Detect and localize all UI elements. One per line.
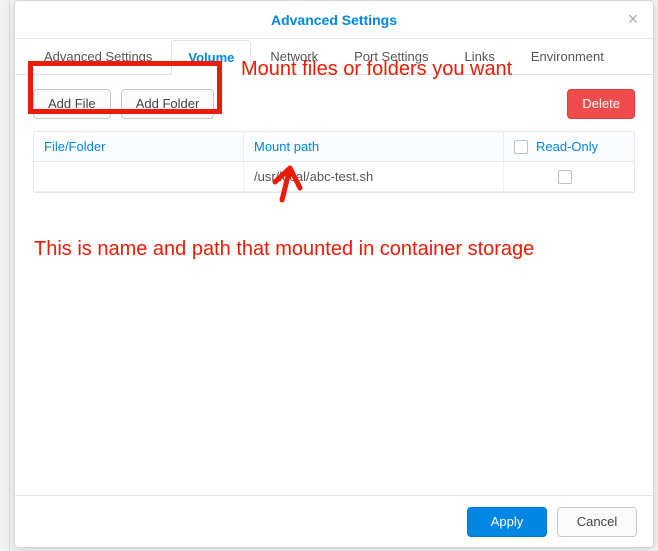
close-icon[interactable]: × xyxy=(623,9,643,29)
table-row[interactable]: /usr/local/abc-test.sh xyxy=(34,162,634,192)
add-file-button[interactable]: Add File xyxy=(33,89,111,119)
readonly-header-label: Read-Only xyxy=(536,139,598,154)
cell-mount[interactable]: /usr/local/abc-test.sh xyxy=(244,162,504,191)
dialog-header: Advanced Settings × xyxy=(15,1,653,39)
dialog-title: Advanced Settings xyxy=(271,12,397,28)
tab-bar: Advanced Settings Volume Network Port Se… xyxy=(15,39,653,75)
cancel-button[interactable]: Cancel xyxy=(557,507,637,537)
cell-readonly[interactable] xyxy=(504,162,634,191)
col-header-file[interactable]: File/Folder xyxy=(34,132,244,161)
readonly-header-checkbox[interactable] xyxy=(514,140,528,154)
delete-button[interactable]: Delete xyxy=(567,89,635,119)
background-strip xyxy=(0,0,10,551)
grid-header-row: File/Folder Mount path Read-Only xyxy=(34,132,634,162)
dialog-body: Add File Add Folder Delete File/Folder M… xyxy=(15,75,653,495)
col-header-mount[interactable]: Mount path xyxy=(244,132,504,161)
tab-network[interactable]: Network xyxy=(253,39,335,74)
dialog-footer: Apply Cancel xyxy=(15,495,653,547)
volume-grid: File/Folder Mount path Read-Only /usr/lo… xyxy=(33,131,635,193)
col-header-readonly[interactable]: Read-Only xyxy=(504,132,634,161)
apply-button[interactable]: Apply xyxy=(467,507,547,537)
cell-file[interactable] xyxy=(34,162,244,191)
advanced-settings-dialog: Advanced Settings × Advanced Settings Vo… xyxy=(14,0,654,548)
tab-port-settings[interactable]: Port Settings xyxy=(337,39,445,74)
tab-links[interactable]: Links xyxy=(448,39,512,74)
toolbar: Add File Add Folder Delete xyxy=(33,89,635,119)
tab-advanced-settings[interactable]: Advanced Settings xyxy=(27,39,169,74)
readonly-checkbox[interactable] xyxy=(558,170,572,184)
tab-volume[interactable]: Volume xyxy=(171,40,251,75)
add-folder-button[interactable]: Add Folder xyxy=(121,89,215,119)
tab-environment[interactable]: Environment xyxy=(514,39,621,74)
